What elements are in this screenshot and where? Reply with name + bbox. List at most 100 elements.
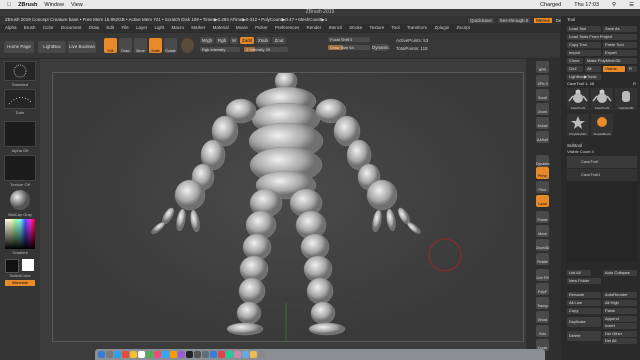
tool-thumb[interactable]: SimpleBrush — [591, 114, 613, 136]
switch-color-label[interactable]: SwitchColor — [2, 273, 38, 278]
rgb-button[interactable]: Rgb — [216, 37, 228, 44]
copy-tool-button[interactable]: Copy Tool — [567, 42, 601, 48]
app-icon[interactable] — [218, 351, 225, 358]
zoom3d-button[interactable]: Zoom3D — [536, 239, 549, 251]
goz-button[interactable]: GoZ — [567, 66, 583, 72]
r-button[interactable]: R — [627, 66, 637, 72]
main-color-swatch[interactable] — [22, 259, 34, 271]
menu-item[interactable]: Zscript — [456, 25, 470, 30]
live-boolean-button[interactable]: Live Boolean — [68, 41, 96, 53]
all-low-button[interactable]: All Low — [567, 300, 601, 306]
menu-item[interactable]: Tool — [391, 25, 399, 30]
del-all-button[interactable]: Del All — [603, 338, 637, 344]
chrome-icon[interactable] — [122, 351, 129, 358]
texture-thumbnail[interactable] — [4, 155, 36, 181]
tool-palette-header[interactable]: Tool — [567, 16, 575, 23]
frame-button[interactable]: Frame — [536, 211, 549, 223]
load-tools-from-project-button[interactable]: Load Tools From Project — [567, 34, 637, 40]
tool-thumb[interactable]: CaveTroll1 — [591, 88, 613, 110]
app-icon[interactable] — [250, 351, 257, 358]
zadd-button[interactable]: Zadd — [240, 37, 254, 44]
menu-item[interactable]: Layer — [136, 25, 147, 30]
mrgb-button[interactable]: Mrgb — [200, 37, 214, 44]
draw-button[interactable]: Draw — [119, 38, 132, 53]
auto-collapse-button[interactable]: Auto Collapse — [603, 270, 637, 276]
visible-button[interactable]: Visible — [603, 66, 625, 72]
premiere-icon[interactable] — [178, 351, 185, 358]
material-thumbnail[interactable] — [4, 189, 36, 211]
spix-button[interactable]: SPix 3 — [536, 75, 549, 87]
menu-item[interactable]: Draw — [89, 25, 100, 30]
dynamic-persp-button[interactable]: Dynamic — [536, 155, 550, 167]
creature-model[interactable] — [53, 69, 523, 341]
subtool-item[interactable]: CaveTroll — [567, 156, 637, 168]
menu-item[interactable]: Marker — [191, 25, 205, 30]
tool-thumb[interactable]: PolyMesh3D — [567, 114, 589, 136]
duplicate-button[interactable]: Duplicate — [567, 317, 601, 327]
scale-button[interactable]: Scale — [149, 38, 162, 53]
load-tool-button[interactable]: Load Tool — [567, 26, 601, 32]
menu-app-zbrush[interactable]: ZBrush — [18, 2, 37, 8]
scroll-button[interactable]: Scroll — [536, 89, 549, 101]
notes-icon[interactable] — [130, 351, 137, 358]
messages-icon[interactable] — [146, 351, 153, 358]
save-as-button[interactable]: Save As — [603, 26, 637, 32]
menu-item[interactable]: Alpha — [5, 25, 17, 30]
bpr-button[interactable]: BPR — [536, 61, 549, 73]
photoshop-icon[interactable] — [162, 351, 169, 358]
alternate-button[interactable]: Alternate — [5, 280, 35, 286]
alpha-thumbnail[interactable] — [4, 121, 36, 147]
focal-shift-slider[interactable]: Focal Shift 0 — [328, 37, 370, 42]
trash-icon[interactable] — [258, 351, 265, 358]
battery-status[interactable]: Charged — [540, 2, 561, 8]
menu-item[interactable]: Macro — [172, 25, 185, 30]
menu-item[interactable]: Light — [155, 25, 165, 30]
clone-button[interactable]: Clone — [567, 58, 583, 64]
menu-item[interactable]: Edit — [106, 25, 114, 30]
all-button[interactable]: All — [585, 66, 601, 72]
menu-item[interactable]: Picker — [255, 25, 268, 30]
menu-list-icon[interactable]: ☰ — [629, 2, 634, 8]
menu-item[interactable]: Transform — [407, 25, 427, 30]
zcut-button[interactable]: Zcut — [272, 37, 286, 44]
delete-button[interactable]: Delete — [567, 331, 601, 341]
clock[interactable]: Thu 17:03 — [574, 2, 599, 8]
menu-item[interactable]: Zplugin — [434, 25, 449, 30]
edit-button[interactable]: Edit — [104, 38, 117, 53]
paste-button[interactable]: Paste — [603, 308, 637, 314]
draw-size-slider[interactable]: Draw Size 64 — [328, 45, 370, 50]
search-icon[interactable]: ⚲ — [612, 2, 616, 8]
app-icon[interactable] — [234, 351, 241, 358]
ghost-button[interactable]: Ghost — [536, 311, 549, 323]
aahalf-button[interactable]: AAHalf — [536, 131, 549, 143]
menu-item[interactable]: Document — [61, 25, 82, 30]
menu-item[interactable]: Movie — [236, 25, 248, 30]
local-button[interactable]: Local — [536, 195, 549, 207]
subtool-item[interactable]: CaveTroll1 — [567, 169, 637, 181]
illustrator-icon[interactable] — [170, 351, 177, 358]
menu-window[interactable]: Window — [44, 2, 64, 8]
m-button[interactable]: M — [230, 37, 238, 44]
del-other-button[interactable]: Del Other — [603, 331, 637, 337]
secondary-color-swatch[interactable] — [5, 259, 19, 273]
app-icon[interactable] — [226, 351, 233, 358]
list-all-button[interactable]: List All — [567, 270, 591, 276]
zsub-button[interactable]: Zsub — [256, 37, 270, 44]
auto-reorder-button[interactable]: AutoReorder — [603, 292, 637, 298]
music-icon[interactable] — [154, 351, 161, 358]
import-button[interactable]: Import — [567, 50, 601, 56]
zbrush-icon[interactable] — [186, 351, 193, 358]
appstore-icon[interactable] — [210, 351, 217, 358]
quicksave-button[interactable]: QuickSave — [468, 17, 494, 23]
color-picker[interactable] — [5, 219, 35, 249]
app-icon[interactable] — [242, 351, 249, 358]
rotate-view-button[interactable]: Rotate — [536, 253, 549, 265]
copy-button[interactable]: Copy — [567, 308, 601, 314]
calendar-icon[interactable] — [138, 351, 145, 358]
home-page-button[interactable]: Home Page — [4, 41, 34, 53]
menu-item[interactable]: Render — [306, 25, 321, 30]
menu-item[interactable]: Material — [213, 25, 229, 30]
menu-item[interactable]: File — [121, 25, 128, 30]
subtool-header[interactable]: Subtool — [567, 142, 582, 149]
insert-button[interactable]: Insert — [603, 323, 637, 329]
